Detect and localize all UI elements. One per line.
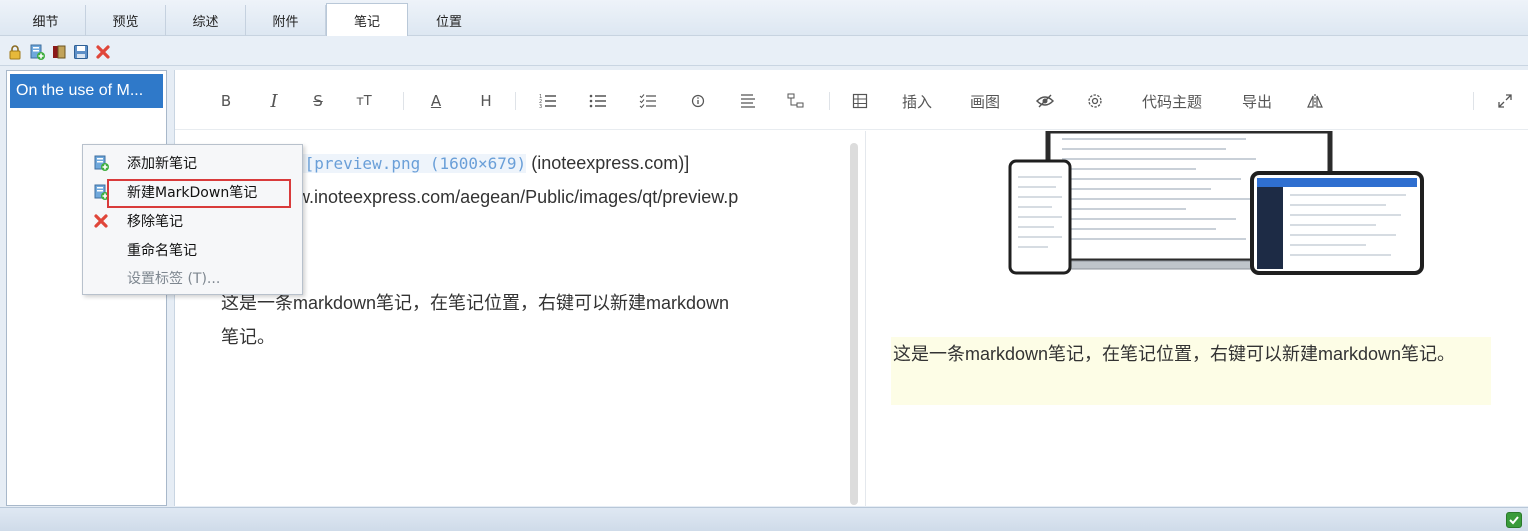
editor-paragraph-line-2: 笔记。 [221, 327, 275, 347]
preview-pane: 这是一条markdown笔记，在笔记位置，右键可以新建markdown笔记。 [866, 131, 1506, 506]
menu-item-remove-note[interactable]: 移除笔记 [83, 207, 302, 235]
heading-button[interactable]: H [475, 88, 497, 114]
tab-summary[interactable]: 综述 [166, 5, 246, 36]
menu-item-label: 添加新笔记 [127, 156, 197, 172]
menu-item-label: 设置标签 (T)... [127, 271, 221, 287]
preview-device-image [1008, 131, 1424, 275]
checklist-icon[interactable] [637, 88, 659, 114]
save-icon[interactable] [72, 43, 90, 60]
highlight-box [107, 179, 291, 208]
font-size-button[interactable]: тT [351, 88, 377, 114]
note-toolbar [0, 36, 1528, 66]
editor-line-1: [[preview.png (1600×679) (inoteexpress.c… [295, 153, 689, 174]
code-theme-button[interactable]: 代码主题 [1135, 88, 1209, 114]
tab-attachments[interactable]: 附件 [246, 5, 326, 36]
svg-text:3: 3 [539, 104, 542, 109]
note-list-item[interactable]: On the use of M... [10, 74, 163, 108]
menu-item-add-note[interactable]: 添加新笔记 [83, 149, 302, 177]
italic-button[interactable]: I [263, 88, 285, 114]
draw-button[interactable]: 画图 [965, 88, 1005, 114]
status-ok-icon [1506, 512, 1522, 528]
ordered-list-icon[interactable]: 123 [537, 88, 559, 114]
toolbar-separator [515, 92, 516, 110]
image-link-code: [[preview.png (1600×679) [295, 154, 527, 173]
font-color-button[interactable]: A [425, 88, 447, 114]
menu-item-set-tags: 设置标签 (T)... [83, 264, 302, 292]
align-icon[interactable] [737, 88, 759, 114]
insert-button[interactable]: 插入 [897, 88, 937, 114]
menu-item-label: 重命名笔记 [127, 243, 197, 259]
strikethrough-button[interactable]: S [307, 88, 329, 114]
bullet-list-icon[interactable] [587, 88, 609, 114]
lock-icon[interactable] [6, 43, 24, 60]
bold-button[interactable]: B [215, 88, 237, 114]
add-note-icon[interactable] [28, 43, 46, 60]
add-note-icon [92, 154, 110, 172]
editor-scrollbar[interactable] [850, 143, 858, 505]
menu-item-rename-note[interactable]: 重命名笔记 [83, 236, 302, 264]
status-bar [0, 507, 1528, 531]
fullscreen-icon[interactable] [1493, 88, 1517, 114]
toolbar-separator [1473, 92, 1474, 110]
tab-notes[interactable]: 笔记 [326, 3, 408, 36]
tab-bar: 细节 预览 综述 附件 笔记 位置 [0, 0, 1528, 36]
markdown-toolbar: B I S тT A H 123 插入 画图 代码主题 导出 [175, 70, 1528, 130]
tab-preview[interactable]: 预览 [86, 5, 166, 36]
image-link-source: (inoteexpress.com)] [531, 153, 690, 173]
book-icon[interactable] [50, 43, 68, 60]
delete-icon[interactable] [94, 43, 112, 60]
tab-location[interactable]: 位置 [408, 5, 490, 36]
settings-icon[interactable] [1083, 88, 1107, 114]
tab-details[interactable]: 细节 [6, 5, 86, 36]
menu-item-label: 移除笔记 [127, 214, 183, 230]
context-menu: 添加新笔记 新建MarkDown笔记 移除笔记 重命名笔记 设置标签 (T)..… [82, 144, 303, 295]
flowchart-icon[interactable] [785, 88, 807, 114]
toolbar-separator [403, 92, 404, 110]
table-icon[interactable] [849, 88, 871, 114]
toolbar-separator [829, 92, 830, 110]
preview-paragraph: 这是一条markdown笔记，在笔记位置，右键可以新建markdown笔记。 [891, 337, 1491, 405]
info-icon[interactable] [687, 88, 709, 114]
markdown-editor: B I S тT A H 123 插入 画图 代码主题 导出 [[preview… [174, 70, 1528, 506]
export-button[interactable]: 导出 [1237, 88, 1277, 114]
preview-toggle-icon[interactable] [1033, 88, 1057, 114]
mirror-icon[interactable] [1303, 88, 1327, 114]
delete-icon [92, 212, 110, 230]
editor-line-2: w.inoteexpress.com/aegean/Public/images/… [297, 187, 739, 207]
